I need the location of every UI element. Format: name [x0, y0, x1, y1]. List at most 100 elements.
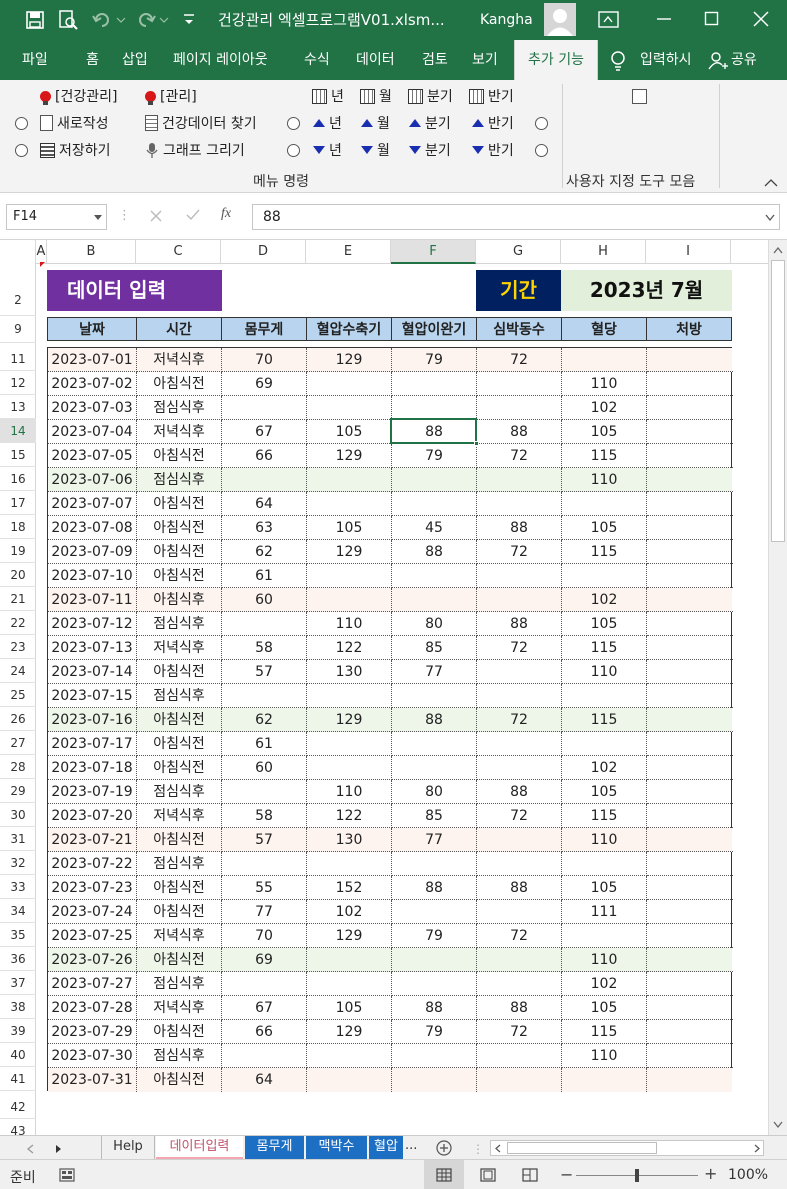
cell-blood-sugar[interactable]: 102 — [562, 588, 647, 612]
cell-systolic[interactable] — [307, 684, 392, 708]
cell-heart-rate[interactable]: 72 — [477, 804, 562, 828]
cell-time[interactable]: 저녁식후 — [137, 348, 222, 372]
cell-weight[interactable]: 69 — [222, 372, 307, 396]
zoom-level[interactable]: 100% — [728, 1167, 768, 1183]
cell-blood-sugar[interactable]: 105 — [562, 516, 647, 540]
cell-diastolic[interactable]: 79 — [392, 1020, 477, 1044]
period-value[interactable]: 2023년 7월 — [561, 270, 732, 311]
cell-blood-sugar[interactable]: 105 — [562, 612, 647, 636]
cell-weight[interactable]: 60 — [222, 588, 307, 612]
cell-systolic[interactable] — [307, 1044, 392, 1068]
cell-time[interactable]: 아침식전 — [137, 828, 222, 852]
cell-prescription[interactable] — [647, 732, 733, 756]
cell-blood-sugar[interactable]: 115 — [562, 804, 647, 828]
cell-date[interactable]: 2023-07-22 — [48, 852, 137, 876]
cell-prescription[interactable] — [647, 420, 733, 444]
cell-prescription[interactable] — [647, 516, 733, 540]
cell-weight[interactable] — [222, 972, 307, 996]
cell-date[interactable]: 2023-07-02 — [48, 372, 137, 396]
cell-heart-rate[interactable] — [477, 684, 562, 708]
cell-blood-sugar[interactable] — [562, 852, 647, 876]
cell-time[interactable]: 아침식전 — [137, 540, 222, 564]
cell-date[interactable]: 2023-07-10 — [48, 564, 137, 588]
cell-blood-sugar[interactable]: 105 — [562, 876, 647, 900]
cell-time[interactable]: 아침식전 — [137, 492, 222, 516]
cell-weight[interactable]: 77 — [222, 900, 307, 924]
cell-date[interactable]: 2023-07-12 — [48, 612, 137, 636]
cell-heart-rate[interactable] — [477, 372, 562, 396]
cell-time[interactable]: 점심식후 — [137, 684, 222, 708]
cell-prescription[interactable] — [647, 1020, 733, 1044]
add-sheet-icon[interactable] — [436, 1140, 452, 1156]
horizontal-scrollbar[interactable] — [490, 1140, 764, 1156]
cell-weight[interactable]: 67 — [222, 420, 307, 444]
cell-blood-sugar[interactable]: 111 — [562, 900, 647, 924]
cell-blood-sugar[interactable]: 102 — [562, 972, 647, 996]
cell-systolic[interactable]: 105 — [307, 996, 392, 1020]
cell-diastolic[interactable] — [392, 972, 477, 996]
sheet-tab-weight[interactable]: 몸무게 — [245, 1136, 304, 1160]
cell-time[interactable]: 아침식전 — [137, 708, 222, 732]
cell-date[interactable]: 2023-07-04 — [48, 420, 137, 444]
cell-systolic[interactable] — [307, 396, 392, 420]
cell-heart-rate[interactable]: 72 — [477, 708, 562, 732]
cell-diastolic[interactable]: 85 — [392, 636, 477, 660]
cell-systolic[interactable] — [307, 588, 392, 612]
cell-prescription[interactable] — [647, 612, 733, 636]
cell-prescription[interactable] — [647, 540, 733, 564]
cell-date[interactable]: 2023-07-15 — [48, 684, 137, 708]
cell-weight[interactable]: 57 — [222, 828, 307, 852]
cell-systolic[interactable]: 130 — [307, 828, 392, 852]
cell-heart-rate[interactable] — [477, 660, 562, 684]
cell-heart-rate[interactable] — [477, 1068, 562, 1092]
cell-blood-sugar[interactable]: 105 — [562, 996, 647, 1020]
cell-heart-rate[interactable] — [477, 900, 562, 924]
cell-date[interactable]: 2023-07-01 — [48, 348, 137, 372]
cell-date[interactable]: 2023-07-30 — [48, 1044, 137, 1068]
cell-blood-sugar[interactable] — [562, 348, 647, 372]
cell-weight[interactable]: 62 — [222, 708, 307, 732]
cell-date[interactable]: 2023-07-14 — [48, 660, 137, 684]
cell-weight[interactable]: 55 — [222, 876, 307, 900]
cell-weight[interactable]: 60 — [222, 756, 307, 780]
cell-blood-sugar[interactable]: 110 — [562, 660, 647, 684]
cell-time[interactable]: 아침식전 — [137, 900, 222, 924]
cell-diastolic[interactable]: 88 — [392, 996, 477, 1020]
cell-heart-rate[interactable] — [477, 828, 562, 852]
cell-date[interactable]: 2023-07-06 — [48, 468, 137, 492]
cell-weight[interactable]: 64 — [222, 1068, 307, 1092]
cell-prescription[interactable] — [647, 444, 733, 468]
cell-heart-rate[interactable]: 72 — [477, 444, 562, 468]
cell-blood-sugar[interactable] — [562, 564, 647, 588]
cell-heart-rate[interactable] — [477, 468, 562, 492]
cell-diastolic[interactable] — [392, 588, 477, 612]
cell-diastolic[interactable] — [392, 492, 477, 516]
cell-prescription[interactable] — [647, 1068, 733, 1092]
prev-sheet-icon[interactable] — [26, 1144, 34, 1154]
page-layout-view-icon[interactable] — [480, 1168, 496, 1182]
cell-prescription[interactable] — [647, 948, 733, 972]
cell-heart-rate[interactable] — [477, 396, 562, 420]
cell-weight[interactable]: 63 — [222, 516, 307, 540]
cell-heart-rate[interactable] — [477, 588, 562, 612]
cell-prescription[interactable] — [647, 828, 733, 852]
cell-heart-rate[interactable]: 88 — [477, 516, 562, 540]
cell-diastolic[interactable] — [392, 1044, 477, 1068]
sheet-tab-data-entry[interactable]: 데이터입력 — [156, 1136, 243, 1160]
cell-heart-rate[interactable] — [477, 492, 562, 516]
cell-weight[interactable]: 61 — [222, 732, 307, 756]
zoom-in-icon[interactable]: + — [704, 1164, 717, 1183]
cell-systolic[interactable]: 102 — [307, 900, 392, 924]
cell-diastolic[interactable] — [392, 732, 477, 756]
cell-weight[interactable]: 66 — [222, 444, 307, 468]
cell-prescription[interactable] — [647, 348, 733, 372]
cell-prescription[interactable] — [647, 636, 733, 660]
cell-blood-sugar[interactable]: 115 — [562, 540, 647, 564]
cell-diastolic[interactable] — [392, 852, 477, 876]
cell-systolic[interactable]: 122 — [307, 804, 392, 828]
cell-heart-rate[interactable]: 88 — [477, 876, 562, 900]
cell-blood-sugar[interactable] — [562, 924, 647, 948]
cell-systolic[interactable] — [307, 492, 392, 516]
next-sheet-icon[interactable] — [55, 1144, 63, 1154]
cell-time[interactable]: 아침식후 — [137, 588, 222, 612]
